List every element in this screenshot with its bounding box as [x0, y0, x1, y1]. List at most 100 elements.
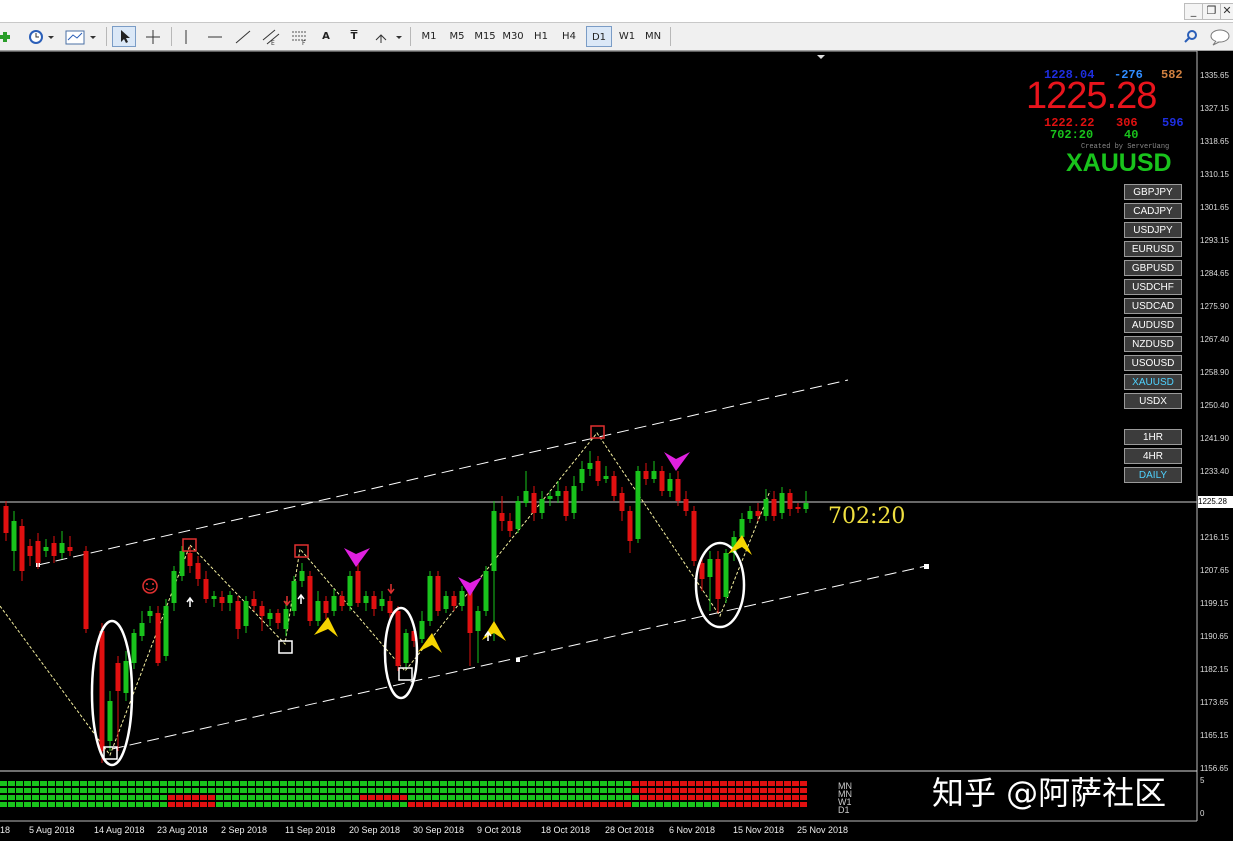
fibonacci-icon[interactable]: F: [288, 26, 310, 47]
heatmap-cell: [104, 795, 111, 800]
heatmap-cell: [688, 795, 695, 800]
symbol-button-cadjpy[interactable]: CADJPY: [1124, 203, 1182, 219]
heatmap-cell: [136, 802, 143, 807]
timeframe-d1[interactable]: D1: [586, 26, 612, 47]
candle-body: [667, 479, 673, 491]
heatmap-cell: [568, 802, 575, 807]
heatmap-cell: [64, 795, 71, 800]
vertical-line-icon[interactable]: [176, 26, 196, 47]
channel-anchor[interactable]: [516, 658, 520, 662]
period-button-daily[interactable]: DAILY: [1124, 467, 1182, 483]
period-button-4hr[interactable]: 4HR: [1124, 448, 1182, 464]
candle-body: [627, 511, 633, 541]
period-button-1hr[interactable]: 1HR: [1124, 429, 1182, 445]
heatmap-cell: [416, 781, 423, 786]
heatmap-cell: [312, 781, 319, 786]
heatmap-cell: [472, 781, 479, 786]
search-icon[interactable]: [1182, 26, 1202, 47]
price-axis-label: 1216.15: [1200, 533, 1229, 542]
timeframe-m5[interactable]: M5: [444, 26, 470, 47]
symbol-button-gbpjpy[interactable]: GBPJPY: [1124, 184, 1182, 200]
heatmap-cell: [312, 802, 319, 807]
heatmap-cell: [520, 802, 527, 807]
heatmap-cell: [752, 802, 759, 807]
heatmap-cell: [304, 788, 311, 793]
candle-body: [291, 581, 297, 611]
symbol-button-eurusd[interactable]: EURUSD: [1124, 241, 1182, 257]
chat-icon[interactable]: [1208, 26, 1232, 47]
candle-body: [803, 503, 809, 509]
equidistant-channel-icon[interactable]: E: [260, 26, 282, 47]
text-icon[interactable]: A: [316, 26, 336, 47]
candle-body: [787, 493, 793, 509]
heatmap-cell: [40, 781, 47, 786]
timeframe-w1[interactable]: W1: [614, 26, 640, 47]
date-axis-label: 9 Oct 2018: [477, 825, 522, 835]
heatmap-cell: [280, 788, 287, 793]
candle-body: [283, 609, 289, 629]
heatmap-cell: [248, 788, 255, 793]
symbol-button-xauusd[interactable]: XAUUSD: [1124, 374, 1182, 390]
trendline-icon[interactable]: [232, 26, 254, 47]
candle-body: [555, 491, 561, 496]
symbol-button-nzdusd[interactable]: NZDUSD: [1124, 336, 1182, 352]
heatmap-cell: [176, 788, 183, 793]
add-icon[interactable]: [0, 26, 14, 47]
heatmap-cell: [272, 802, 279, 807]
heatmap-cell: [496, 788, 503, 793]
chart-shift-marker[interactable]: [817, 55, 825, 59]
heatmap-cell: [592, 781, 599, 786]
chart-icon[interactable]: [64, 26, 98, 47]
heatmap-cell: [768, 788, 775, 793]
heatmap-cell: [192, 802, 199, 807]
chart-canvas[interactable]: [0, 51, 1233, 841]
heatmap-cell: [616, 788, 623, 793]
crosshair-icon[interactable]: [142, 26, 164, 47]
heatmap-cell: [440, 802, 447, 807]
channel-lower-line[interactable]: [111, 565, 927, 750]
arrows-icon[interactable]: [372, 26, 404, 47]
heatmap-cell: [680, 781, 687, 786]
symbol-button-audusd[interactable]: AUDUSD: [1124, 317, 1182, 333]
heatmap-cell: [80, 781, 87, 786]
channel-upper-line[interactable]: [37, 379, 849, 566]
watermark: 知乎 @阿萨社区: [932, 774, 1167, 812]
symbol-button-gbpusd[interactable]: GBPUSD: [1124, 260, 1182, 276]
heatmap-cell: [608, 795, 615, 800]
symbol-button-usdchf[interactable]: USDCHF: [1124, 279, 1182, 295]
timeframe-h4[interactable]: H4: [556, 26, 582, 47]
heatmap-cell: [440, 795, 447, 800]
timer: 702:20: [1050, 128, 1094, 142]
heatmap-cell: [240, 802, 247, 807]
timeframe-m30[interactable]: M30: [500, 26, 526, 47]
symbol-button-usdx[interactable]: USDX: [1124, 393, 1182, 409]
clock-icon[interactable]: [26, 26, 56, 47]
heatmap-cell: [664, 802, 671, 807]
heatmap-cell: [288, 795, 295, 800]
close-button[interactable]: ✕: [1220, 3, 1233, 20]
timeframe-mn[interactable]: MN: [640, 26, 666, 47]
channel-anchor[interactable]: [924, 564, 929, 569]
candle-body: [563, 491, 569, 516]
restore-button[interactable]: ❐: [1202, 3, 1221, 20]
candle-body: [27, 546, 33, 556]
timeframe-m1[interactable]: M1: [416, 26, 442, 47]
cursor-icon[interactable]: [112, 26, 136, 47]
date-axis-label: 28 Oct 2018: [605, 825, 655, 835]
timeframe-m15[interactable]: M15: [472, 26, 498, 47]
candle-body: [747, 511, 753, 519]
chart-area[interactable]: MN MN W1 D1 5 0 1228.04 -276 582 1225.28…: [0, 51, 1233, 841]
minimize-button[interactable]: _: [1184, 3, 1203, 20]
text-label-icon[interactable]: T: [344, 26, 364, 47]
heatmap-cell: [584, 802, 591, 807]
timeframe-h1[interactable]: H1: [528, 26, 554, 47]
candle-body: [675, 479, 681, 501]
heatmap-cell: [488, 788, 495, 793]
horizontal-line-icon[interactable]: [204, 26, 226, 47]
symbol-button-usdcad[interactable]: USDCAD: [1124, 298, 1182, 314]
symbol-button-usousd[interactable]: USOUSD: [1124, 355, 1182, 371]
date-axis-label: 6 Nov 2018: [669, 825, 716, 835]
heatmap-cell: [600, 788, 607, 793]
symbol-button-usdjpy[interactable]: USDJPY: [1124, 222, 1182, 238]
heatmap-cell: [24, 781, 31, 786]
